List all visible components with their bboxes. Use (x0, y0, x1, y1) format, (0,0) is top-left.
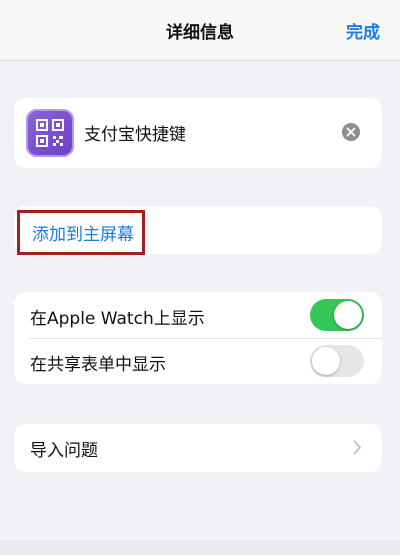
shortcut-name-field[interactable]: 支付宝快捷键 (84, 120, 186, 145)
bottom-area (0, 540, 400, 555)
toggle-knob (334, 301, 362, 329)
import-questions-label: 导入问题 (30, 441, 98, 461)
display-options-card: 在Apple Watch上显示 在共享表单中显示 (14, 292, 382, 384)
share-sheet-label: 在共享表单中显示 (30, 355, 166, 375)
add-to-home-card: 添加到主屏幕 (14, 206, 382, 255)
done-button[interactable]: 完成 (346, 18, 380, 43)
add-to-home-screen-button[interactable]: 添加到主屏幕 (17, 210, 145, 255)
nav-title: 详细信息 (166, 23, 234, 43)
import-questions-row[interactable]: 导入问题 (14, 424, 382, 472)
toggle-knob (312, 347, 340, 375)
apple-watch-label: 在Apple Watch上显示 (30, 309, 205, 329)
apple-watch-toggle[interactable] (310, 299, 364, 331)
share-sheet-toggle[interactable] (310, 345, 364, 377)
chevron-right-icon (353, 440, 362, 459)
details-screen: 详细信息 完成 支付宝快捷键 添加到主屏幕 在Apple Watch上显示 在共… (0, 0, 400, 555)
row-show-in-share-sheet: 在共享表单中显示 (14, 338, 382, 384)
navigation-bar: 详细信息 完成 (0, 0, 400, 61)
qr-code-icon[interactable] (26, 109, 74, 157)
row-show-on-apple-watch: 在Apple Watch上显示 (14, 292, 382, 339)
clear-text-icon[interactable] (342, 123, 360, 141)
shortcut-name-card: 支付宝快捷键 (14, 98, 382, 168)
